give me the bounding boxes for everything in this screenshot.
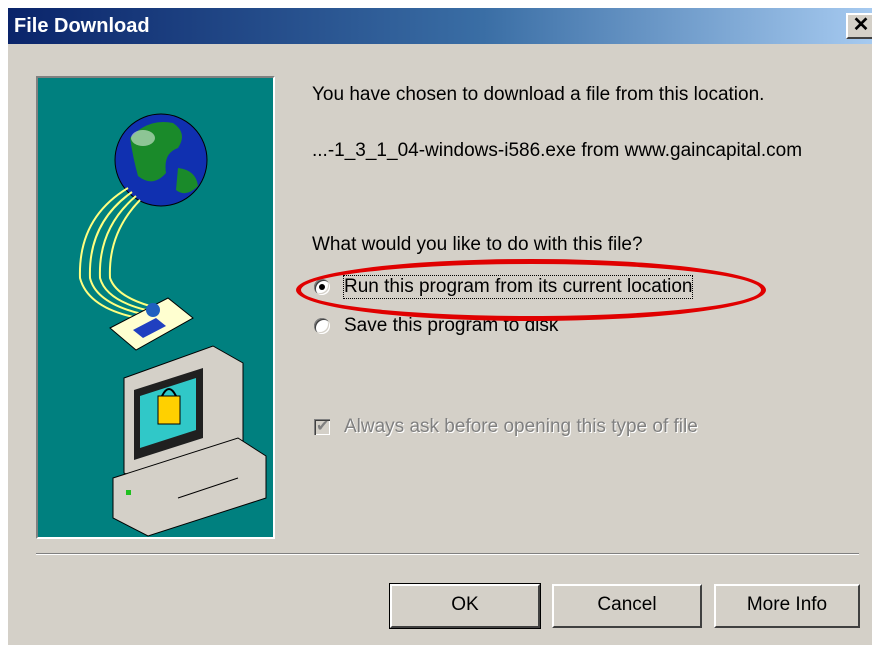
more-info-button[interactable]: More Info xyxy=(714,584,860,628)
globe-icon xyxy=(114,113,208,207)
network-cables-icon xyxy=(78,187,151,319)
cancel-button[interactable]: Cancel xyxy=(552,584,702,628)
file-location-text: ...-1_3_1_04-windows-i586.exe from www.g… xyxy=(312,140,803,161)
file-download-dialog: File Download ✕ You have chosen to downl… xyxy=(8,8,872,645)
always-ask-checkbox[interactable]: ✔ xyxy=(314,418,330,435)
run-program-label[interactable]: Run this program from its current locati… xyxy=(342,275,694,299)
radio-selected-dot xyxy=(319,284,325,290)
separator xyxy=(36,553,859,555)
close-button[interactable]: ✕ xyxy=(846,13,872,39)
download-illustration xyxy=(36,76,275,539)
ok-button[interactable]: OK xyxy=(389,583,541,629)
save-program-label[interactable]: Save this program to disk xyxy=(344,315,558,337)
save-program-radio[interactable] xyxy=(314,318,330,334)
close-icon: ✕ xyxy=(852,14,870,36)
document-icon xyxy=(109,297,194,351)
question-text: What would you like to do with this file… xyxy=(312,234,643,255)
computer-icon xyxy=(112,345,267,537)
dialog-title: File Download xyxy=(14,15,150,37)
title-bar[interactable]: File Download ✕ xyxy=(8,8,872,44)
checkmark-icon: ✔ xyxy=(316,418,330,435)
always-ask-label[interactable]: Always ask before opening this type of f… xyxy=(344,416,698,438)
intro-text: You have chosen to download a file from … xyxy=(312,84,765,105)
run-program-radio[interactable] xyxy=(314,279,330,295)
